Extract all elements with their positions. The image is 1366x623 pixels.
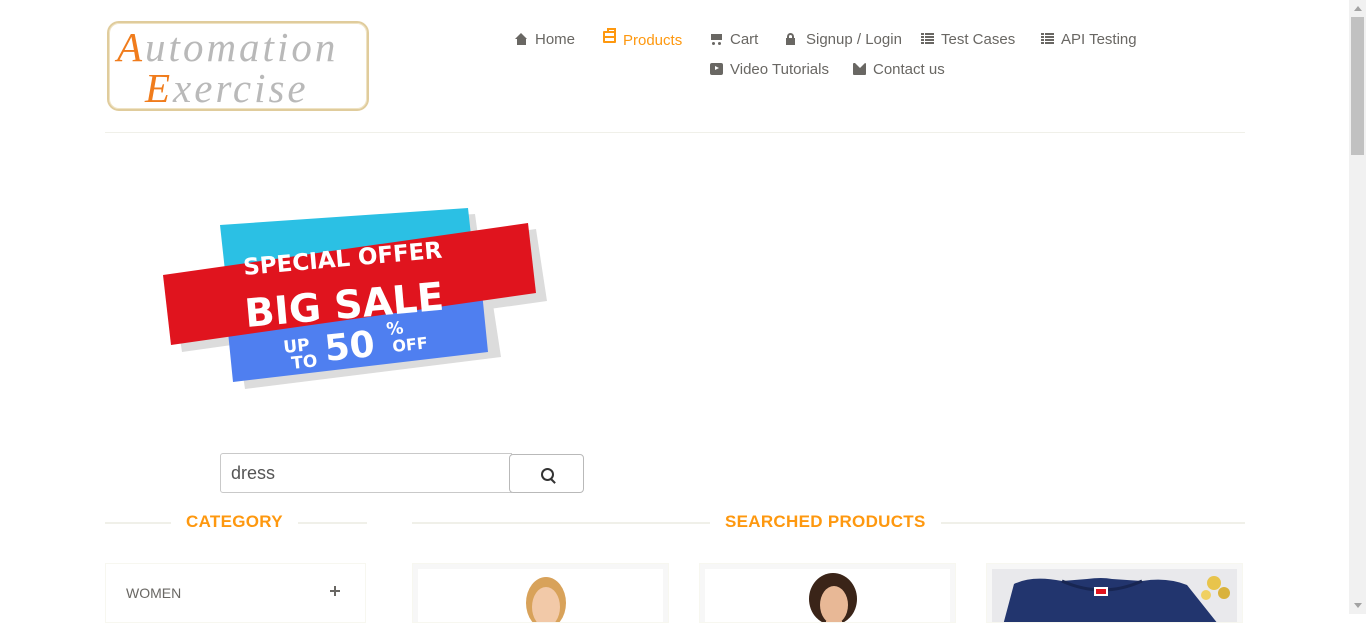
nav-home[interactable]: Home (515, 31, 575, 48)
list-icon (921, 33, 934, 45)
search-icon (541, 468, 554, 481)
nav-test-cases-label: Test Cases (941, 31, 1016, 48)
home-icon (515, 33, 528, 45)
category-item-women[interactable]: WOMEN (126, 585, 181, 601)
banner-percent-value: 50 (323, 324, 377, 370)
products-icon (603, 28, 616, 43)
nav-cart-label: Cart (730, 31, 759, 48)
site-logo[interactable]: Automation Exercise (107, 21, 369, 111)
youtube-icon (710, 63, 723, 75)
nav-contact-us[interactable]: Contact us (853, 61, 945, 78)
scroll-down-arrow-icon[interactable] (1349, 597, 1366, 614)
product-photo-navy-dress (1003, 576, 1230, 622)
logo-line-1: Automation (117, 24, 339, 70)
nav-products[interactable]: Products (603, 28, 683, 49)
list-icon (1041, 33, 1054, 45)
product-card (412, 563, 669, 623)
banner-off: OFF (391, 333, 428, 356)
category-title: CATEGORY (171, 512, 298, 532)
nav-contact-label: Contact us (873, 61, 945, 78)
scrollbar-thumb[interactable] (1351, 17, 1364, 155)
page-scrollbar[interactable] (1349, 0, 1366, 614)
cart-icon (710, 33, 723, 45)
product-image[interactable] (992, 569, 1237, 622)
nav-signup-login[interactable]: Signup / Login (786, 31, 902, 48)
scroll-up-arrow-icon[interactable] (1349, 0, 1366, 17)
envelope-icon (853, 63, 866, 75)
nav-api-testing[interactable]: API Testing (1041, 31, 1137, 48)
nav-video-tutorials[interactable]: Video Tutorials (710, 61, 829, 78)
plus-icon[interactable] (330, 586, 340, 596)
category-panel: WOMEN (105, 563, 366, 623)
product-image[interactable] (418, 569, 663, 622)
nav-home-label: Home (535, 31, 576, 48)
nav-signup-label: Signup / Login (806, 31, 902, 48)
product-image[interactable] (705, 569, 950, 622)
nav-cart[interactable]: Cart (710, 31, 758, 48)
nav-video-label: Video Tutorials (730, 61, 829, 78)
header-divider (105, 132, 1245, 133)
nav-products-label: Products (623, 32, 683, 49)
search-button[interactable] (509, 454, 584, 493)
search-input[interactable] (220, 453, 512, 493)
nav-api-testing-label: API Testing (1061, 31, 1137, 48)
sale-banner-image: SPECIAL OFFER BIG SALE UP TO 50 % OFF (163, 208, 547, 389)
product-photo-woman-brunette (809, 573, 857, 622)
product-card (699, 563, 956, 623)
searched-products-title: SEARCHED PRODUCTS (710, 512, 941, 532)
banner-to: TO (290, 351, 318, 374)
logo-line-2: Exercise (145, 65, 309, 111)
nav-test-cases[interactable]: Test Cases (921, 31, 1015, 48)
product-card (986, 563, 1243, 623)
product-photo-woman-blonde (526, 577, 566, 622)
lock-icon (786, 33, 799, 45)
